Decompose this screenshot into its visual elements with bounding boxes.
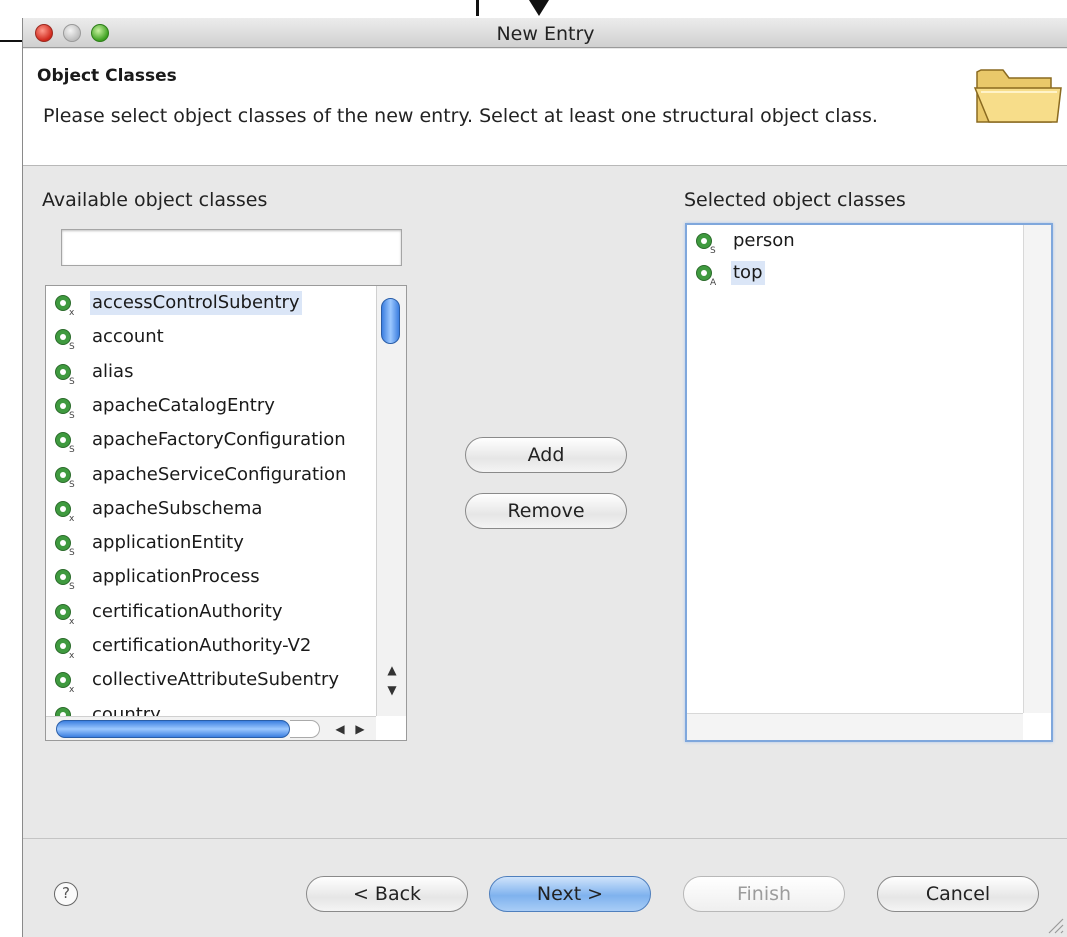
svg-text:S: S xyxy=(69,377,75,385)
svg-text:x: x xyxy=(69,308,75,316)
back-button[interactable]: < Back xyxy=(306,876,468,912)
folder-icon xyxy=(973,69,1062,123)
horizontal-scroll-thumb[interactable] xyxy=(56,720,290,738)
list-item[interactable]: Salias xyxy=(46,356,386,390)
object-class-icon: S xyxy=(55,432,75,453)
cancel-button[interactable]: Cancel xyxy=(877,876,1039,912)
svg-text:S: S xyxy=(69,445,75,453)
svg-text:S: S xyxy=(710,246,716,254)
scroll-right-icon[interactable]: ▶ xyxy=(350,719,370,739)
list-item-label: person xyxy=(733,230,795,251)
svg-text:x: x xyxy=(69,617,75,625)
finish-button[interactable]: Finish xyxy=(683,876,845,912)
list-item-label: apacheSubschema xyxy=(92,497,263,519)
title-bar[interactable]: New Entry xyxy=(23,18,1067,48)
list-item-label: apacheServiceConfiguration xyxy=(92,463,347,485)
list-item[interactable]: x collectiveAttributeSubentry xyxy=(46,664,386,698)
list-item-label: apacheCatalogEntry xyxy=(92,394,275,416)
window-title: New Entry xyxy=(496,23,595,45)
list-item[interactable]: SapplicationProcess xyxy=(46,561,386,595)
svg-text:S: S xyxy=(69,548,75,556)
list-item-label: alias xyxy=(92,360,134,382)
object-class-icon: S xyxy=(55,535,75,556)
scroll-down-icon[interactable]: ▼ xyxy=(382,680,402,700)
object-class-icon: S xyxy=(55,397,75,419)
list-item[interactable]: SapacheServiceConfiguration xyxy=(46,459,386,493)
available-classes-label: Available object classes xyxy=(42,189,268,211)
horizontal-scroll-track-end xyxy=(290,720,320,738)
list-item-label: collectiveAttributeSubentry xyxy=(92,669,339,691)
remove-button[interactable]: Remove xyxy=(465,493,627,529)
list-item[interactable]: Saccount xyxy=(46,321,386,355)
object-class-icon: S xyxy=(55,569,75,590)
svg-text:S: S xyxy=(69,480,75,488)
list-item-label: applicationEntity xyxy=(92,532,244,554)
list-item[interactable]: x apacheSubschema xyxy=(46,493,386,527)
vertical-scrollbar[interactable]: ▲ ▼ xyxy=(376,286,406,716)
footer-divider xyxy=(23,838,1067,839)
scroll-up-icon[interactable]: ▲ xyxy=(382,660,402,680)
object-class-icon: x xyxy=(55,295,75,316)
object-class-icon: S xyxy=(55,363,75,385)
list-item-label: top xyxy=(731,261,765,285)
object-class-icon: S xyxy=(696,233,716,254)
svg-text:S: S xyxy=(69,411,75,419)
list-item-label: certificationAuthority xyxy=(92,600,283,622)
selected-classes-list[interactable]: Sperson Atop xyxy=(685,223,1053,742)
list-item[interactable]: x accessControlSubentry xyxy=(46,287,386,321)
selected-horizontal-scrollbar[interactable] xyxy=(687,713,1023,740)
selected-vertical-scrollbar[interactable] xyxy=(1023,225,1051,713)
new-entry-dialog: New Entry Object Classes Please select o… xyxy=(22,18,1067,937)
vertical-scroll-thumb[interactable] xyxy=(381,298,400,344)
page-description: Please select object classes of the new … xyxy=(43,105,878,127)
list-item[interactable]: SapplicationEntity xyxy=(46,527,386,561)
horizontal-scrollbar[interactable]: ◀ ▶ xyxy=(46,716,376,740)
list-item-label: applicationProcess xyxy=(92,566,260,588)
scroll-left-icon[interactable]: ◀ xyxy=(330,719,350,739)
list-item-label: certificationAuthority-V2 xyxy=(92,635,312,656)
object-class-icon: x xyxy=(55,603,75,625)
svg-text:A: A xyxy=(710,278,717,286)
available-classes-list[interactable]: x accessControlSubentry Saccount Salias Sapa… xyxy=(45,285,407,741)
filter-input[interactable] xyxy=(61,229,402,266)
wizard-header: Object Classes Please select object clas… xyxy=(23,49,1067,166)
next-button[interactable]: Next > xyxy=(489,876,651,912)
svg-text:x: x xyxy=(69,651,75,659)
svg-text:S: S xyxy=(69,342,75,350)
background-arrow-icon xyxy=(529,0,549,16)
object-class-icon: A xyxy=(696,265,717,286)
list-item-label: account xyxy=(92,326,164,348)
list-item[interactable]: x certificationAuthority xyxy=(46,596,386,630)
svg-text:x: x xyxy=(69,685,75,693)
add-button[interactable]: Add xyxy=(465,437,627,473)
object-class-icon: S xyxy=(55,329,75,350)
list-item-label: accessControlSubentry xyxy=(90,291,302,315)
list-item[interactable]: Atop xyxy=(687,259,1017,291)
help-icon[interactable]: ? xyxy=(54,882,78,906)
object-class-icon: x xyxy=(55,638,75,659)
list-item-label: apacheFactoryConfiguration xyxy=(92,429,346,451)
list-item[interactable]: Sperson xyxy=(687,227,1017,259)
list-item[interactable]: x certificationAuthority-V2 xyxy=(46,630,386,664)
object-class-icon: x xyxy=(55,672,75,693)
list-item[interactable]: SapacheFactoryConfiguration xyxy=(46,424,386,458)
page-title: Object Classes xyxy=(37,66,177,86)
object-class-icon: S xyxy=(55,466,75,488)
list-item[interactable]: SapacheCatalogEntry xyxy=(46,390,386,424)
svg-text:x: x xyxy=(69,514,75,522)
selected-classes-label: Selected object classes xyxy=(684,189,906,211)
object-class-icon: x xyxy=(55,500,75,522)
background-tick xyxy=(476,0,479,16)
svg-text:S: S xyxy=(69,582,75,590)
resize-grip-icon[interactable] xyxy=(1043,913,1065,935)
